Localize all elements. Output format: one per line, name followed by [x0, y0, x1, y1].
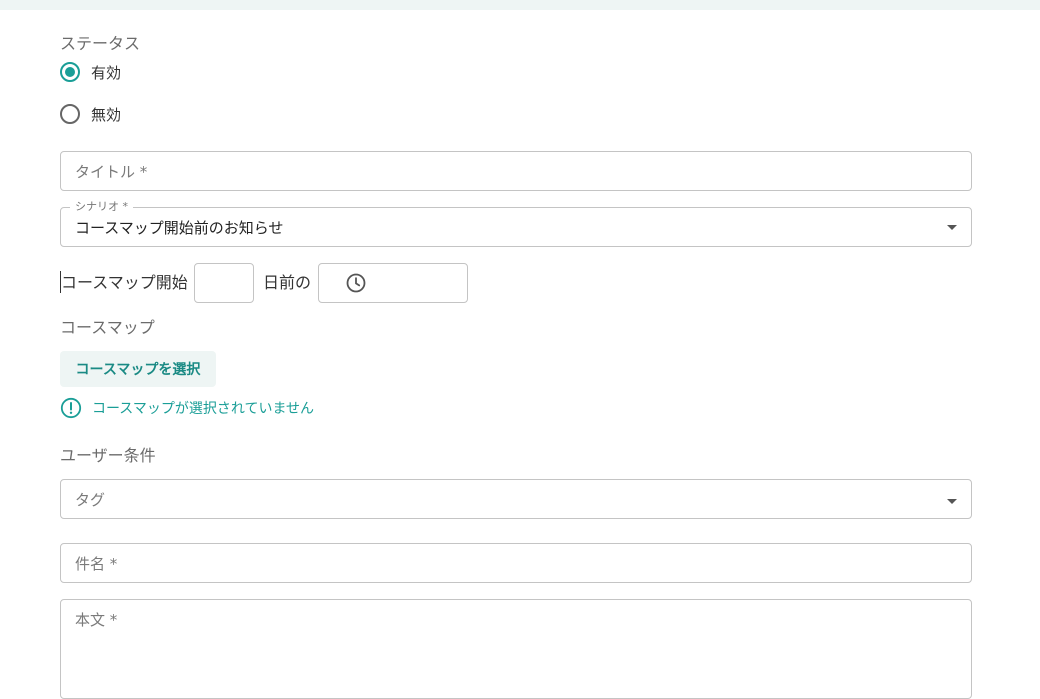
- radio-unchecked-icon[interactable]: [60, 104, 80, 124]
- exclamation-circle-icon: [60, 397, 82, 419]
- time-input[interactable]: [318, 263, 468, 303]
- subject-placeholder: 件名 *: [75, 555, 118, 573]
- title-placeholder: タイトル *: [75, 163, 148, 181]
- coursemap-warning-text: コースマップが選択されていません: [92, 401, 315, 417]
- status-option-label: 無効: [91, 105, 122, 124]
- body-placeholder: 本文 *: [75, 611, 118, 629]
- clock-icon[interactable]: [346, 273, 366, 293]
- radio-checked-icon[interactable]: [60, 62, 80, 82]
- user-conditions-label: ユーザー条件: [60, 446, 156, 465]
- schedule-row: コースマップ開始 日前の: [60, 263, 480, 303]
- select-coursemap-button[interactable]: コースマップを選択: [60, 351, 216, 387]
- body-textarea[interactable]: 本文 *: [60, 599, 972, 699]
- notification-form: ステータス 有効 無効 タイトル * シナリオ * コースマップ開始前のお知らせ…: [60, 0, 972, 699]
- status-option-label: 有効: [91, 63, 122, 82]
- scenario-select[interactable]: シナリオ * コースマップ開始前のお知らせ: [60, 200, 972, 247]
- scenario-label: シナリオ *: [70, 200, 133, 214]
- status-radio-enabled[interactable]: 有効: [60, 60, 121, 84]
- subject-input[interactable]: 件名 *: [60, 543, 972, 583]
- caret-down-icon[interactable]: [947, 499, 957, 504]
- status-label: ステータス: [60, 34, 141, 53]
- tag-placeholder: タグ: [75, 491, 106, 509]
- days-input[interactable]: [194, 263, 254, 303]
- scenario-value: コースマップ開始前のお知らせ: [75, 219, 284, 237]
- coursemap-label: コースマップ: [60, 318, 155, 337]
- title-input[interactable]: タイトル *: [60, 151, 972, 191]
- schedule-prefix: コースマップ開始: [61, 273, 188, 292]
- tag-select[interactable]: タグ: [60, 479, 972, 519]
- coursemap-warning: コースマップが選択されていません: [60, 397, 314, 419]
- status-radio-disabled[interactable]: 無効: [60, 102, 121, 126]
- caret-down-icon[interactable]: [947, 225, 957, 230]
- schedule-middle: 日前の: [263, 273, 312, 292]
